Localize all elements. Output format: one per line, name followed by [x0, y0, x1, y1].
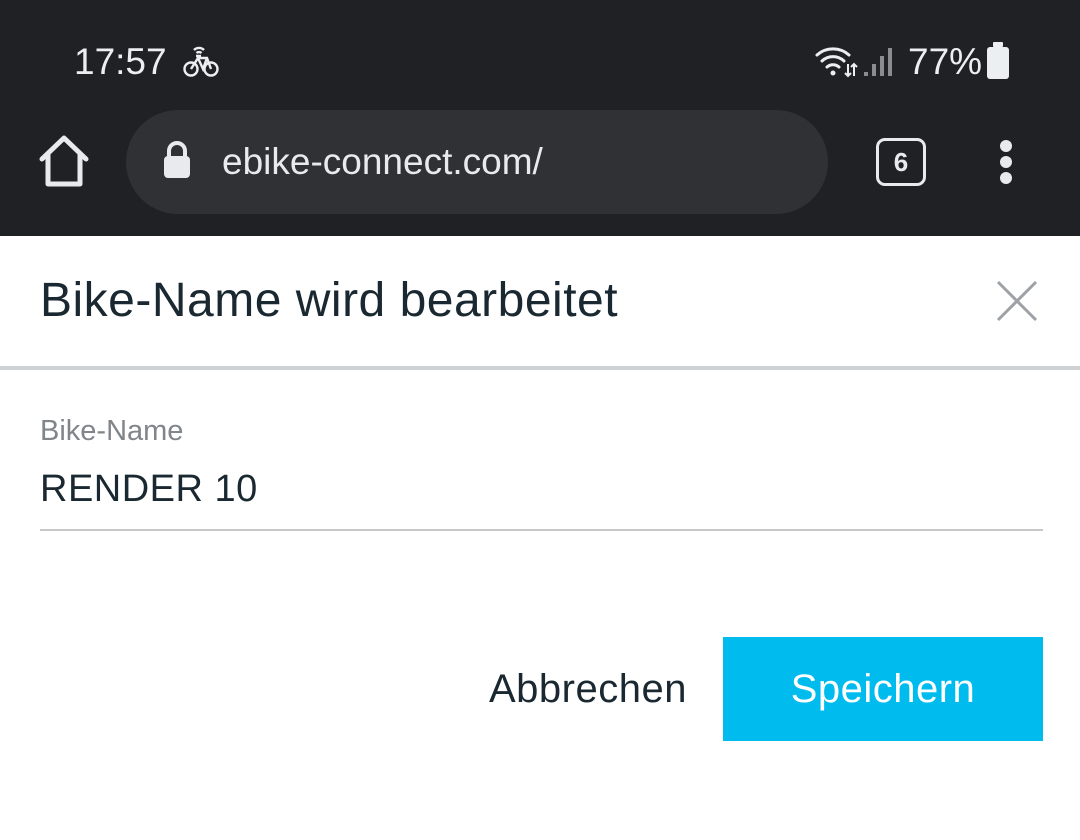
dialog-title: Bike-Name wird bearbeitet — [40, 274, 619, 327]
url-bar[interactable]: ebike-connect.com/ — [126, 110, 828, 214]
save-button[interactable]: Speichern — [723, 637, 1043, 741]
input-underline — [40, 529, 1043, 531]
close-icon[interactable] — [994, 278, 1040, 324]
home-icon[interactable] — [36, 132, 92, 190]
cancel-button[interactable]: Abbrechen — [470, 636, 706, 742]
url-text[interactable]: ebike-connect.com/ — [222, 140, 543, 184]
tab-switcher-button[interactable]: 6 — [876, 138, 926, 186]
dialog-header: Bike-Name wird bearbeitet — [0, 236, 1080, 368]
bike-name-label: Bike-Name — [40, 415, 184, 447]
menu-dot — [1000, 156, 1012, 168]
battery-percent: 77% — [908, 41, 983, 82]
browser-chrome: 17:57 77% ebike-connect.com/ 6 — [0, 0, 1080, 236]
bicycle-icon — [183, 46, 219, 77]
menu-dot — [1000, 172, 1012, 184]
status-time: 17:57 — [74, 41, 167, 82]
bike-name-input[interactable]: RENDER 10 — [40, 466, 258, 512]
more-vert-icon[interactable] — [990, 136, 1022, 188]
lock-icon — [164, 141, 190, 178]
menu-dot — [1000, 140, 1012, 152]
wifi-icon — [815, 47, 858, 78]
tabs-icon: 6 — [876, 138, 926, 186]
battery-icon — [987, 42, 1009, 79]
header-divider — [0, 366, 1080, 370]
cell-signal-icon — [864, 48, 892, 76]
